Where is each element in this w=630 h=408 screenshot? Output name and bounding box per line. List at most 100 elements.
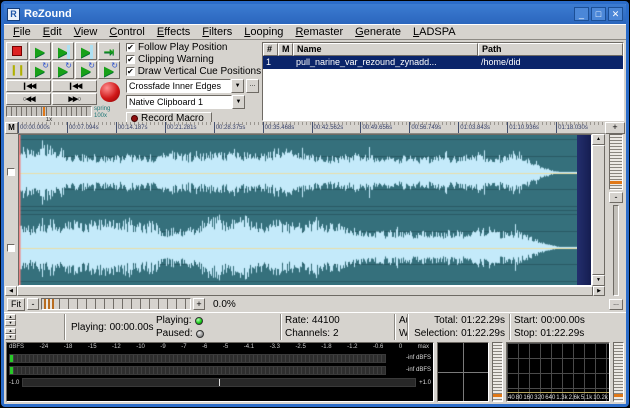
frequency-label: 320: [534, 395, 544, 401]
horizontal-scroll-thumb[interactable]: [17, 286, 593, 296]
waveform-view[interactable]: [18, 134, 592, 286]
menu-item[interactable]: Generate: [350, 26, 406, 38]
loop-gap-button[interactable]: ▶↻: [75, 61, 97, 79]
shuttle-range-label[interactable]: 100x: [94, 113, 110, 120]
horizontal-scrollbar[interactable]: ◀ ▶: [5, 286, 605, 296]
scroll-up-icon[interactable]: ▲: [592, 134, 605, 145]
playing-time-value: 00:00.00s: [110, 322, 154, 333]
clipping-warning-checkbox[interactable]: ✔ Clipping Warning: [126, 54, 259, 65]
db-scale-label: -12: [112, 344, 121, 352]
window-title: ReZound: [24, 8, 574, 20]
loop-selection-button[interactable]: ▶↻: [52, 61, 74, 79]
draw-vertical-cue-positions-checkbox[interactable]: ✔ Draw Vertical Cue Positions: [126, 66, 259, 77]
clipboard-dropdown[interactable]: Native Clipboard 1: [126, 95, 232, 109]
maximize-button[interactable]: □: [591, 7, 606, 21]
transport-toolbar: ▶ ▶ ▶ ⇥ ❙❙ ▶↻ ▶↻ ▶↻ ▶↻ ❙◀◀ ❙◀◀: [6, 42, 123, 121]
paused-label: Paused:: [156, 328, 193, 339]
pause-button[interactable]: ❙❙: [6, 61, 28, 79]
jump-to-selection-start-button[interactable]: ❙◀◀: [52, 80, 97, 92]
stop-button[interactable]: [6, 42, 28, 60]
channel-1-checkbox[interactable]: [7, 168, 15, 176]
play-selection-button[interactable]: ▶: [52, 42, 74, 60]
analyzer-zoom-slider[interactable]: [613, 342, 624, 402]
waveform-canvas[interactable]: [19, 135, 577, 285]
rate-label: Rate:: [285, 315, 309, 326]
frequency-label: 10.2k: [593, 395, 608, 401]
menu-item[interactable]: Effects: [152, 26, 195, 38]
vertical-scrollbar[interactable]: ▲ ▼: [592, 134, 605, 286]
vertical-zoom-in-button[interactable]: +: [605, 122, 625, 134]
file-list-row[interactable]: 1 pull_narine_var_rezound_zynadd... /hom…: [263, 56, 623, 69]
minimize-button[interactable]: _: [574, 7, 589, 21]
shuttle-mode-label[interactable]: spring: [94, 106, 110, 113]
loop-play-button[interactable]: ▶↻: [29, 61, 51, 79]
fit-button[interactable]: Fit: [7, 298, 25, 311]
db-scale-label: -18: [64, 344, 73, 352]
column-header-name[interactable]: Name: [293, 43, 478, 56]
db-scale-label: -4.1: [244, 344, 254, 352]
crossfade-more-button[interactable]: ...: [246, 79, 259, 93]
vertical-zoom-out-button[interactable]: -: [609, 192, 623, 203]
loop-skip-button[interactable]: ▶↻: [98, 61, 120, 79]
shuttle-thumb[interactable]: [43, 107, 45, 116]
scroll-down-icon[interactable]: ▼: [592, 275, 605, 286]
ruler-tick-label: 00:21.281s: [165, 122, 214, 133]
menu-item[interactable]: LADSPA: [408, 26, 461, 38]
jump-to-beginning-button[interactable]: ❙◀◀: [6, 80, 51, 92]
loop-icon: ↻: [88, 61, 95, 70]
menu-item[interactable]: Filters: [197, 26, 237, 38]
prev-cue-button[interactable]: ○◀◀: [6, 93, 51, 105]
menu-item[interactable]: Looping: [239, 26, 288, 38]
column-header-m[interactable]: M: [278, 43, 293, 56]
zoom-more-button[interactable]: ...: [609, 299, 623, 310]
vertical-zoom-slider[interactable]: [609, 134, 623, 190]
total-label: Total:: [434, 315, 458, 326]
vertical-scroll-thumb[interactable]: [592, 145, 605, 275]
checkmark-icon[interactable]: ✔: [126, 55, 135, 64]
slider-thumb[interactable]: [614, 394, 623, 397]
play-from-start-button[interactable]: ▶: [75, 42, 97, 60]
vertical-zoom-track[interactable]: [613, 205, 619, 296]
zoom-out-button[interactable]: -: [27, 298, 39, 310]
zoom-in-button[interactable]: +: [193, 298, 205, 310]
zoom-slider[interactable]: [41, 298, 191, 310]
spin-down-icon[interactable]: ▼: [5, 320, 16, 326]
slider-thumb[interactable]: [493, 394, 502, 397]
checkmark-icon[interactable]: ✔: [126, 67, 135, 76]
next-cue-button[interactable]: ▶▶○: [52, 93, 97, 105]
menu-item[interactable]: View: [69, 26, 103, 38]
phase-zoom-slider[interactable]: [492, 342, 503, 402]
stop-spinner[interactable]: ▲▼: [5, 328, 63, 340]
db-scale-label: dBFS: [9, 344, 24, 352]
column-header-num[interactable]: #: [263, 43, 278, 56]
record-button[interactable]: [100, 82, 120, 102]
vertical-zoom-thumb[interactable]: [610, 181, 622, 184]
close-button[interactable]: ✕: [608, 7, 623, 21]
scroll-right-icon[interactable]: ▶: [593, 286, 605, 296]
shuttle-slider[interactable]: [6, 106, 92, 117]
zoom-slider-thumb[interactable]: [44, 299, 54, 309]
checkmark-icon[interactable]: ✔: [126, 43, 135, 52]
working-file-label: Working File:: [399, 328, 407, 339]
title-bar[interactable]: R ReZound _ □ ✕: [4, 4, 626, 24]
chevron-down-icon[interactable]: ▼: [232, 95, 245, 109]
ruler-tick-label: 01:10.936s: [507, 122, 556, 133]
play-all-button[interactable]: ▶: [29, 42, 51, 60]
play-from-cursor-button[interactable]: ⇥: [98, 42, 120, 60]
menu-item[interactable]: Control: [104, 26, 149, 38]
menu-item[interactable]: Edit: [38, 26, 67, 38]
menu-item[interactable]: Remaster: [290, 26, 348, 38]
scroll-left-icon[interactable]: ◀: [5, 286, 17, 296]
channel-2-checkbox[interactable]: [7, 244, 15, 252]
chevron-down-icon[interactable]: ▼: [231, 79, 244, 93]
column-header-path[interactable]: Path: [478, 43, 623, 56]
measure-mode-button[interactable]: M: [5, 122, 18, 134]
time-ruler[interactable]: 00:00.000s00:07.094s00:14.187s00:21.281s…: [18, 122, 605, 134]
follow-play-position-checkbox[interactable]: ✔ Follow Play Position: [126, 42, 259, 53]
stop-icon: [12, 46, 22, 56]
file-num: 1: [263, 56, 278, 69]
menu-item[interactable]: File: [8, 26, 36, 38]
shuttle-control[interactable]: 1x: [6, 106, 92, 123]
crossfade-dropdown[interactable]: Crossfade Inner Edges: [126, 79, 231, 93]
start-spinner[interactable]: ▲▼: [5, 314, 63, 326]
